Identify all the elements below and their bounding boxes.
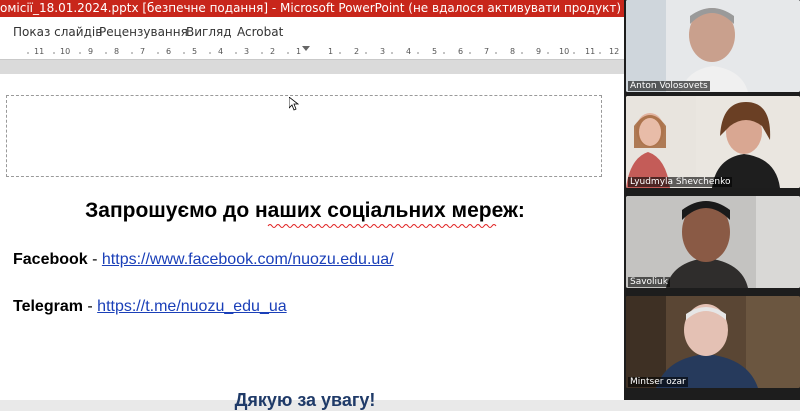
facebook-row: Facebook - https://www.facebook.com/nuoz… [13,251,394,269]
ruler-label: 6 [458,47,464,56]
participant-name: Savoliuk [628,277,670,287]
tab-view[interactable]: Вигляд [186,25,232,39]
mouse-pointer-icon [289,97,299,111]
participant-tile[interactable]: Mintser ozar [626,296,800,388]
window-title: омісії_18.01.2024.pptx [безпечне подання… [0,1,622,15]
facebook-label: Facebook [13,251,88,268]
ruler-ticks [27,46,601,54]
participant-tile[interactable]: Lyudmyla Shevchenko [626,96,800,188]
slide-canvas[interactable]: Запрошуємо до наших соціальних мереж: Fa… [0,74,624,410]
ruler-label: 11 [585,47,596,56]
ruler-label: 3 [380,47,386,56]
ruler-label: 7 [484,47,490,56]
ruler-label: 4 [406,47,412,56]
participant-video [626,296,800,388]
ruler-label: 9 [536,47,542,56]
slide-heading: Запрошуємо до наших соціальних мереж: [85,199,525,222]
telegram-row: Telegram - https://t.me/nuozu_edu_ua [13,298,287,316]
participant-video [626,196,800,288]
ruler-label: 6 [166,47,172,56]
participant-name: Mintser ozar [628,377,688,387]
telegram-label: Telegram [13,298,83,315]
ruler-label: 10 [60,47,71,56]
facebook-link[interactable]: https://www.facebook.com/nuozu.edu.ua/ [102,251,394,268]
facebook-separator: - [87,251,102,268]
telegram-separator: - [82,298,98,315]
tab-slideshow[interactable]: Показ слайдів [13,25,102,39]
ruler-label: 5 [192,47,198,56]
ruler-label: 4 [218,47,224,56]
window-titlebar: омісії_18.01.2024.pptx [безпечне подання… [0,0,624,17]
participant-tile[interactable]: Anton Volosovets [626,0,800,92]
tab-review[interactable]: Рецензування [99,25,188,39]
thanks-text: Дякую за увагу! [234,390,376,410]
ribbon: Показ слайдів Рецензування Вигляд Acroba… [0,17,624,47]
participant-name: Lyudmyla Shevchenko [628,177,733,187]
spellcheck-underline [267,224,497,228]
ruler-label: 11 [34,47,45,56]
empty-placeholder[interactable] [6,95,602,177]
horizontal-ruler[interactable]: 11 10 9 8 7 6 5 4 3 2 1 1 2 3 4 5 6 7 8 … [0,46,624,60]
tab-acrobat[interactable]: Acrobat [237,25,283,39]
ruler-label: 8 [510,47,516,56]
ruler-label: 5 [432,47,438,56]
ruler-label: 2 [354,47,360,56]
ruler-label: 3 [244,47,250,56]
ruler-label: 8 [114,47,120,56]
ruler-label: 2 [270,47,276,56]
ruler-label: 9 [88,47,94,56]
ruler-margin-band [0,60,624,74]
participant-video [626,0,800,92]
telegram-link[interactable]: https://t.me/nuozu_edu_ua [97,298,286,315]
participant-tile[interactable]: Savoliuk [626,196,800,288]
ruler-label: 12 [609,47,620,56]
participants-panel: Anton Volosovets Lyudmyla Shevchenko Sav… [624,0,800,400]
participant-video [626,96,800,188]
ruler-label: 7 [140,47,146,56]
ruler-label: 1 [296,47,302,56]
ruler-label: 10 [559,47,570,56]
ruler-label: 1 [328,47,334,56]
participant-name: Anton Volosovets [628,81,710,91]
